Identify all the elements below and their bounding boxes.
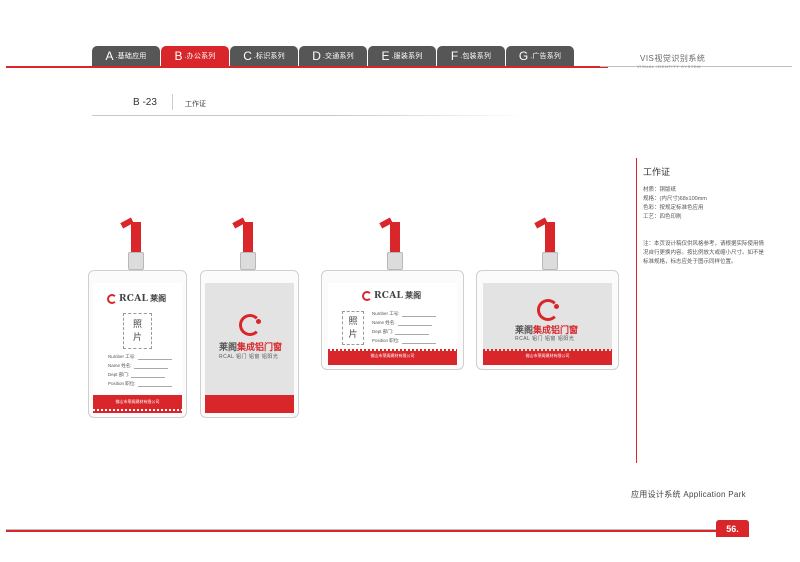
tab-letter: E [381,49,390,63]
field-label: Position 职位: [372,338,400,343]
info-note: 注：本页设计稿仅供风格参考，请根据实际使用情况自行更换内容。按比例放大或缩小尺寸… [643,241,765,265]
tab-label: .广告系列 [530,53,562,60]
tab-e[interactable]: E .服装系列 [368,46,436,66]
photo-label: 照 [132,319,142,329]
field-position: Position 职位: [108,381,172,387]
spec-line: 材质：铜版纸 [643,187,677,193]
spec-line: 色彩：按规定标准色应用 [643,205,704,211]
brand-logo: RCAL 莱阁 [362,290,421,301]
tab-d[interactable]: D .交通系列 [299,46,367,66]
field-number: Number 工号: [372,311,436,317]
photo-label: 片 [132,332,142,342]
lanyard-strap [131,222,141,252]
brand-cn-part: 莱阁 [219,342,238,352]
tab-b[interactable]: B .办公系列 [161,46,229,66]
tab-letter: A [105,49,114,63]
lanyard-strap [243,222,253,252]
company-name: 佛山市莱阁建材有限公司 [525,353,570,358]
field-label: Name 姓名: [372,320,396,325]
badge-card: RCAL 莱阁 照 片 Number 工号: Name 姓名: Dept 部门:… [93,283,182,413]
brand-mark-icon [537,299,559,321]
field-label: Number 工号: [372,311,400,316]
tab-f[interactable]: F .包装系列 [437,46,505,66]
card-dash-line [205,395,294,397]
field-label: Position 职位: [108,381,136,386]
brand-name-cn: 莱阁 [405,291,422,300]
brand-mark-icon [362,290,372,301]
info-title: 工作证 [643,167,671,177]
brand-cn-part: 集成铝门窗 [237,342,283,352]
tab-letter: C [243,49,252,63]
tab-letter: G [518,49,529,63]
company-name: 佛山市莱阁建材有限公司 [115,399,160,404]
section-rule [92,115,527,116]
brand-name-en-full: RCAL 铝门 铝窗 铝阳光 [219,354,279,360]
field-label: Number 工号: [108,354,136,359]
field-dept: Dept 部门: [372,329,430,335]
field-name: Name 姓名: [372,320,432,326]
tab-label: .交通系列 [322,53,354,60]
card-dash-line [483,349,612,351]
brand-name-cn: 莱阁 [150,294,167,303]
photo-placeholder: 照 片 [342,311,364,345]
top-divider-red [6,66,608,68]
badge-clip [542,252,558,270]
field-label: Dept 部门: [372,329,394,334]
section-code: B -23 [133,97,157,108]
badge-clip [128,252,144,270]
field-label: Name 姓名: [108,363,132,368]
brand-name-cn-full: 莱阁集成铝门窗 [219,340,282,353]
spec-line: 规格：(内尺寸)68x100mm [643,196,707,202]
field-dept: Dept 部门: [108,372,166,378]
company-name: 佛山市莱阁建材有限公司 [370,353,415,358]
brand-cn-part: 集成铝门窗 [533,325,579,335]
lanyard-strap [545,222,555,252]
brand-name-en: RCAL [119,293,149,304]
lanyard-strap [390,222,400,252]
brand-name-en: RCAL [374,290,404,301]
tab-label: .基础应用 [115,53,147,60]
field-name: Name 姓名: [108,363,168,369]
info-divider [636,158,637,463]
tab-letter: D [312,49,321,63]
photo-label: 片 [348,329,358,339]
brand-name-en-full: RCAL 铝门 铝窗 铝阳光 [515,336,575,342]
field-number: Number 工号: [108,354,172,360]
tab-label: .办公系列 [184,53,216,60]
info-specs: 材质：铜版纸 规格：(内尺寸)68x100mm 色彩：按规定标准色应用 工艺：四… [643,186,707,222]
vis-subtitle: VISUAL IDENTITY SYSTEM [637,64,702,69]
badge-card: RCAL 莱阁 照 片 Number 工号: Name 姓名: Dept 部门:… [328,283,457,365]
badge-card: 莱阁集成铝门窗 RCAL 铝门 铝窗 铝阳光 佛山市莱阁建材有限公司 [483,283,612,365]
photo-label: 照 [348,316,358,326]
field-label: Dept 部门: [108,372,130,377]
footer-label: 应用设计系统 Application Park [631,490,746,499]
tab-label: .标识系列 [253,53,285,60]
field-position: Position 职位: [372,338,436,344]
tab-letter: B [174,49,183,63]
page-number: 56. [716,520,749,537]
card-dash-line [328,349,457,351]
badge-clip [387,252,403,270]
tab-c[interactable]: C .标识系列 [230,46,298,66]
tab-g[interactable]: G .广告系列 [506,46,574,66]
photo-placeholder: 照 片 [123,313,152,349]
brand-mark-icon [107,293,117,304]
section-name: 工作证 [185,101,206,108]
card-dash-line [93,409,182,411]
badge-clip [240,252,256,270]
brand-cn-part: 莱阁 [515,325,534,335]
brand-mark-icon [239,314,261,336]
section-tabs: A .基础应用 B .办公系列 C .标识系列 D .交通系列 E .服装系列 F .包装系… [92,46,574,66]
bottom-divider-red [6,530,716,532]
tab-label: .服装系列 [391,53,423,60]
spec-line: 工艺：四色印刷 [643,214,682,220]
card-red-band [205,395,294,413]
vis-title: VIS视觉识别系统 [640,54,706,63]
brand-logo: RCAL 莱阁 [107,293,166,304]
badge-card: 莱阁集成铝门窗 RCAL 铝门 铝窗 铝阳光 [205,283,294,413]
section-separator [172,94,173,110]
tab-letter: F [450,49,459,63]
tab-a[interactable]: A .基础应用 [92,46,160,66]
tab-label: .包装系列 [460,53,492,60]
